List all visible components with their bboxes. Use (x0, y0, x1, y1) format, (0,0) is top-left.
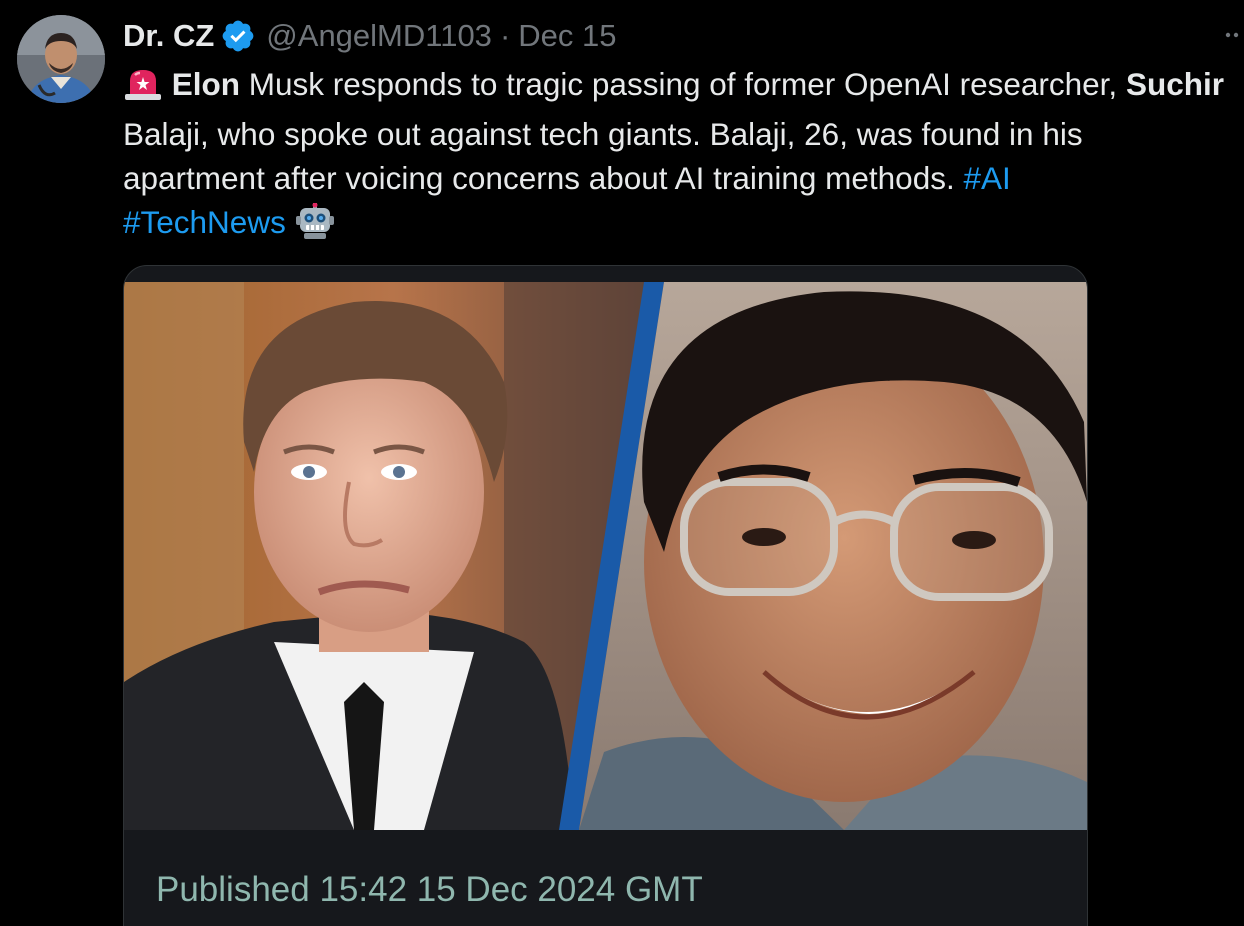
robot-emoji-icon (295, 202, 335, 250)
more-options-icon[interactable] (1224, 30, 1244, 40)
card-photo (124, 282, 1087, 830)
tweet-bold-suchir: Suchir (1125, 66, 1224, 102)
tweet-text-part-1: Musk responds to tragic passing of forme… (240, 66, 1126, 102)
hashtag-ai[interactable]: #AI (963, 160, 1010, 196)
hashtag-technews[interactable]: #TechNews (123, 204, 286, 240)
tweet-text-part-2: Balaji, who spoke out against tech giant… (123, 116, 1083, 196)
card-published-text: Published 15:42 15 Dec 2024 GMT (156, 870, 703, 909)
author-name[interactable]: Dr. CZ (123, 18, 214, 54)
avatar-photo-icon (17, 15, 105, 103)
siren-emoji-icon (123, 67, 163, 112)
card-footer[interactable]: Published 15:42 15 Dec 2024 GMT (124, 830, 1087, 926)
card-image[interactable] (124, 282, 1087, 830)
author-avatar[interactable] (17, 15, 105, 103)
link-card[interactable]: Published 15:42 15 Dec 2024 GMT (123, 265, 1088, 926)
verified-badge-icon (222, 20, 254, 52)
tweet-bold-elon: Elon (171, 66, 241, 102)
tweet-header: Dr. CZ @AngelMD1103 · Dec 15 (123, 14, 617, 58)
tweet[interactable]: Dr. CZ @AngelMD1103 · Dec 15 Elon Musk r… (0, 0, 1244, 926)
header-separator: · (499, 18, 511, 53)
tweet-text: Elon Musk responds to tragic passing of … (123, 62, 1233, 250)
author-handle[interactable]: @AngelMD1103 (266, 18, 492, 54)
tweet-date[interactable]: Dec 15 (518, 18, 616, 54)
